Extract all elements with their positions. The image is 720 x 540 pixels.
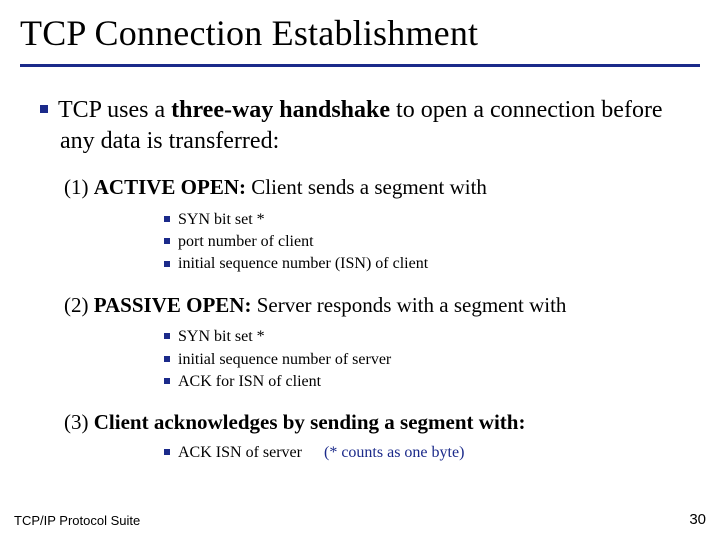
list-item-text: SYN bit set * <box>178 211 265 228</box>
list-item: initial sequence number (ISN) of client <box>164 253 700 275</box>
title-underline <box>20 64 700 67</box>
intro-pre: TCP uses a <box>58 97 171 123</box>
list-item-text: ACK for ISN of client <box>178 373 321 390</box>
step-2-tail: Server responds with a segment with <box>251 293 566 317</box>
step-2-num: (2) <box>64 293 89 317</box>
square-bullet-icon <box>164 356 170 362</box>
square-bullet-icon <box>164 216 170 222</box>
step-1-tail: Client sends a segment with <box>246 175 487 199</box>
step-3-num: (3) <box>64 410 89 434</box>
footer-text: TCP/IP Protocol Suite <box>14 513 140 528</box>
list-item: port number of client <box>164 231 700 253</box>
square-bullet-icon <box>164 333 170 339</box>
list-item-text: initial sequence number (ISN) of client <box>178 255 428 272</box>
list-item: ACK for ISN of client <box>164 371 700 393</box>
list-item-text: port number of client <box>178 233 314 250</box>
square-bullet-icon <box>164 261 170 267</box>
square-bullet-icon <box>164 449 170 455</box>
page-number: 30 <box>689 511 706 528</box>
slide-title: TCP Connection Establishment <box>20 12 700 54</box>
list-item-text: initial sequence number of server <box>178 351 391 368</box>
step-2: (2) PASSIVE OPEN: Server responds with a… <box>20 292 700 318</box>
step-1: (1) ACTIVE OPEN: Client sends a segment … <box>20 174 700 200</box>
intro-bold: three-way handshake <box>171 97 390 123</box>
step-3-list: ACK ISN of server (* counts as one byte) <box>20 444 700 462</box>
step-3-note: (* counts as one byte) <box>324 444 464 461</box>
list-item: SYN bit set * <box>164 326 700 348</box>
square-bullet-icon <box>164 378 170 384</box>
step-1-num: (1) <box>64 175 89 199</box>
step-3-item: ACK ISN of server <box>178 444 302 461</box>
step-1-head: ACTIVE OPEN: <box>94 175 246 199</box>
list-item: SYN bit set * <box>164 209 700 231</box>
step-3: (3) Client acknowledges by sending a seg… <box>20 409 700 435</box>
list-item: initial sequence number of server <box>164 349 700 371</box>
list-item-text: SYN bit set * <box>178 328 265 345</box>
step-2-list: SYN bit set * initial sequence number of… <box>20 326 700 393</box>
step-3-head: Client acknowledges by sending a segment… <box>94 410 526 434</box>
step-2-head: PASSIVE OPEN: <box>94 293 252 317</box>
square-bullet-icon <box>40 105 48 113</box>
intro-paragraph: TCP uses a three-way handshake to open a… <box>22 95 700 156</box>
square-bullet-icon <box>164 238 170 244</box>
step-1-list: SYN bit set * port number of client init… <box>20 209 700 276</box>
